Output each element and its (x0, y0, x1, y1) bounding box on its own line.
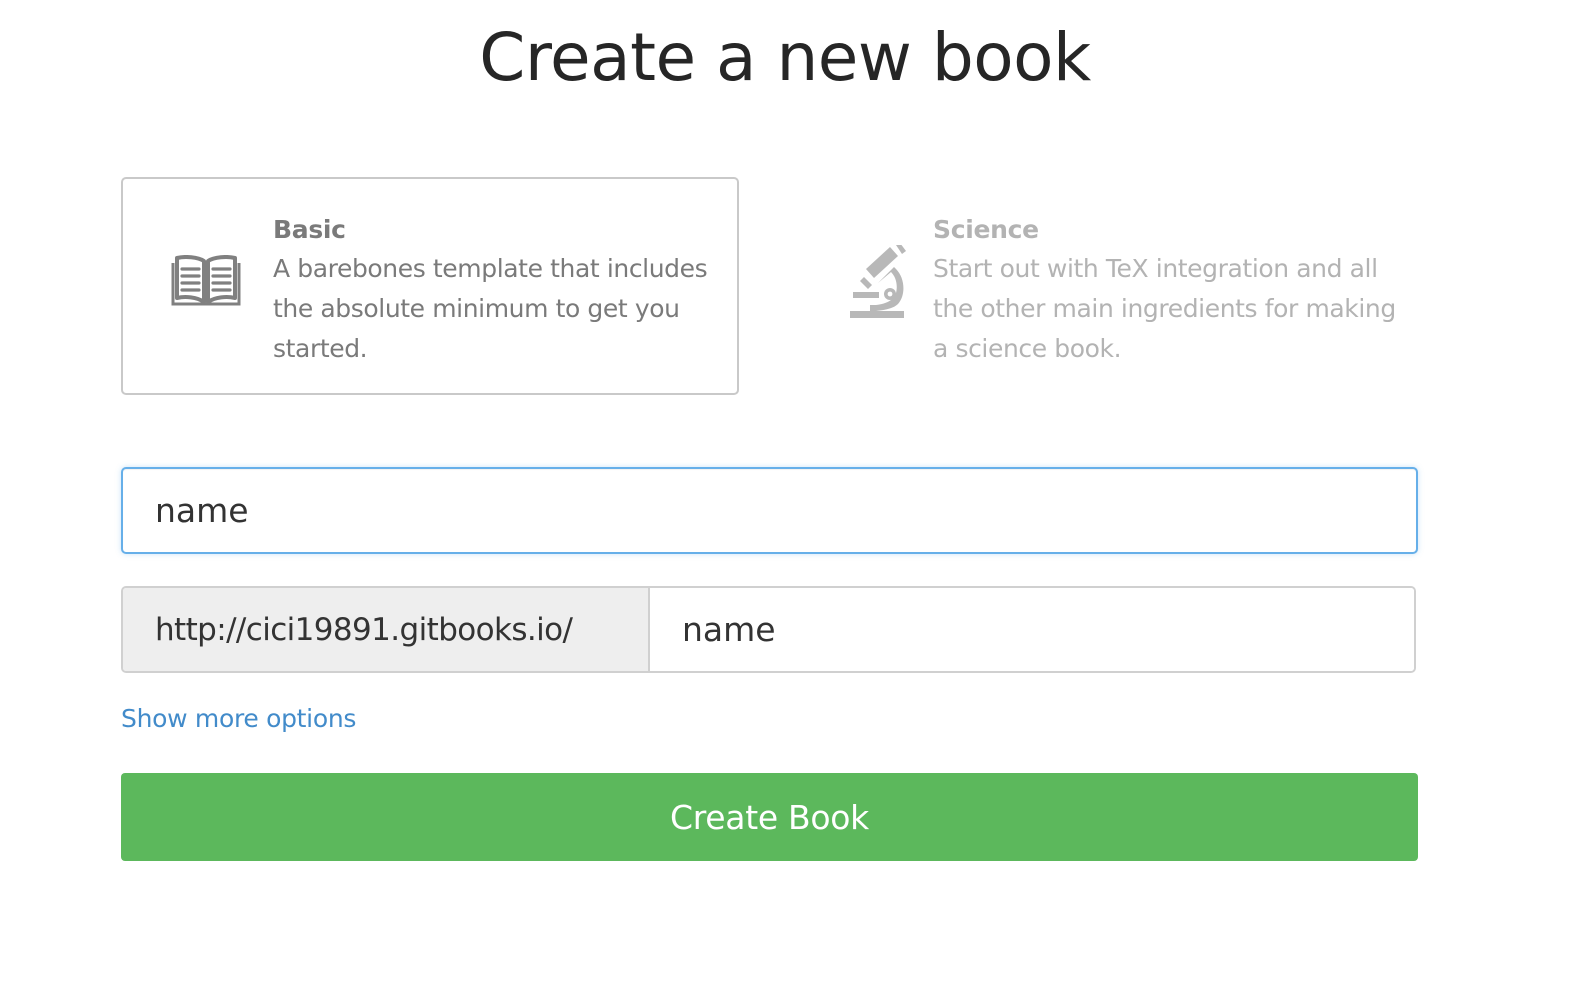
template-text: Science Start out with TeX integration a… (933, 211, 1411, 369)
template-option-science[interactable]: Science Start out with TeX integration a… (780, 177, 1420, 395)
create-book-button[interactable]: Create Book (121, 773, 1418, 861)
page-title: Create a new book (479, 19, 1091, 96)
book-name-input[interactable] (121, 467, 1418, 554)
template-description: Start out with TeX integration and all t… (933, 254, 1396, 363)
template-description: A barebones template that includes the a… (273, 254, 708, 363)
book-url-group: http://cici19891.gitbooks.io/ (121, 586, 1416, 673)
show-more-options-link[interactable]: Show more options (121, 704, 356, 733)
open-book-icon (171, 255, 241, 306)
url-prefix: http://cici19891.gitbooks.io/ (123, 588, 650, 671)
template-name: Science (933, 215, 1039, 244)
template-name: Basic (273, 215, 346, 244)
template-text: Basic A barebones template that includes… (273, 211, 721, 369)
book-slug-input[interactable] (650, 588, 1414, 671)
microscope-icon (850, 245, 906, 318)
template-option-basic[interactable]: Basic A barebones template that includes… (121, 177, 739, 395)
